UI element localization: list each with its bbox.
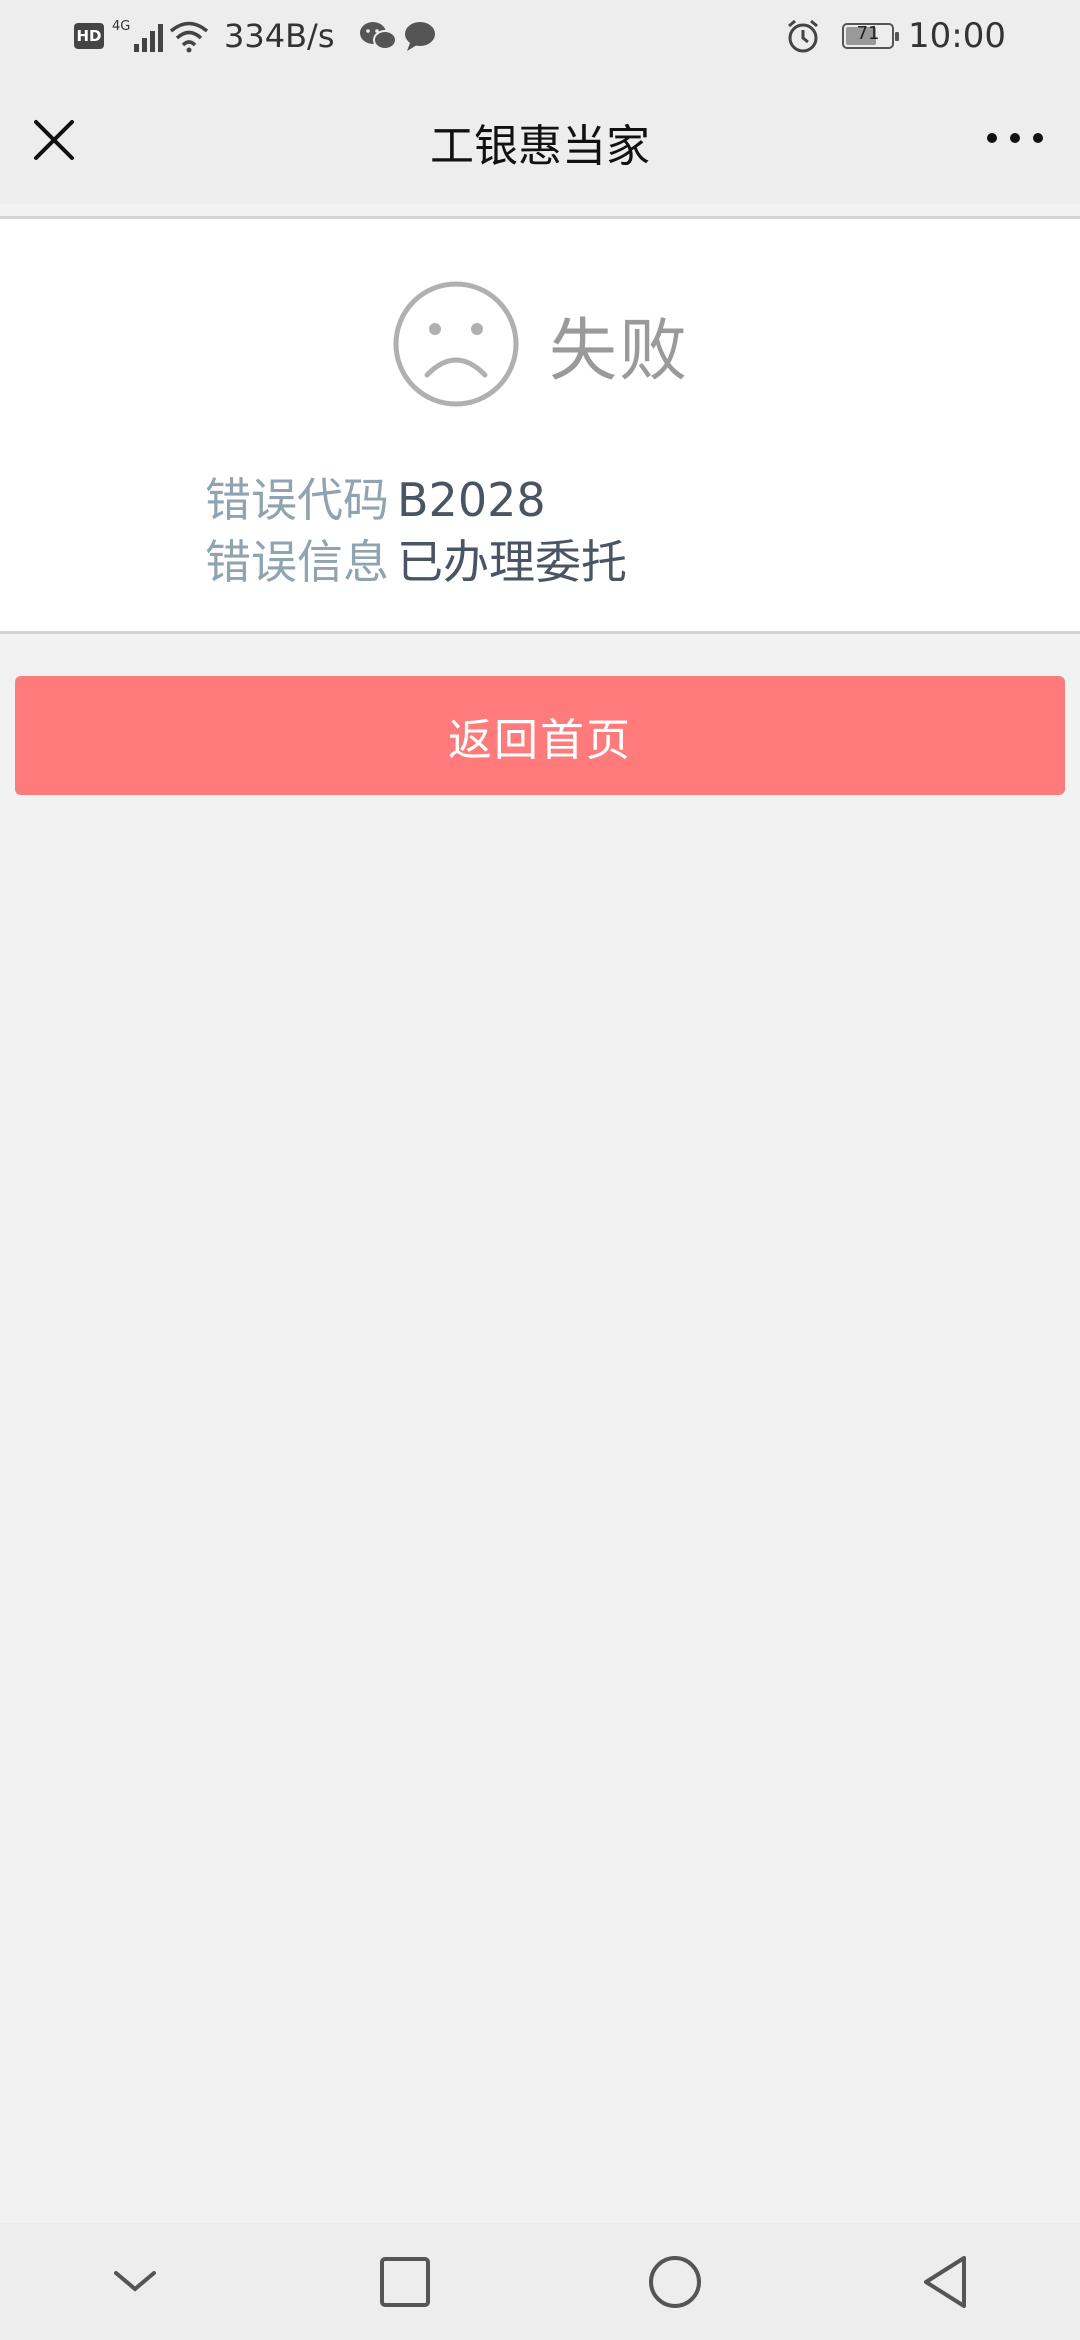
error-info: 错误代码 B2028 错误信息 已办理委托 xyxy=(205,469,627,593)
signal-icon: 4G xyxy=(112,19,163,52)
nav-bar: 工银惠当家 xyxy=(0,72,1080,204)
chevron-down-icon xyxy=(114,2270,156,2292)
sad-face-icon xyxy=(393,281,519,407)
circle-icon xyxy=(649,2255,701,2308)
wifi-icon xyxy=(169,21,209,53)
back-triangle-icon xyxy=(924,2255,966,2308)
error-message-label: 错误信息 xyxy=(205,535,389,589)
system-nav-bar xyxy=(0,2223,1080,2340)
clock: 10:00 xyxy=(908,16,1006,56)
more-icon xyxy=(987,133,1043,143)
square-icon xyxy=(380,2256,430,2307)
error-message-row: 错误信息 已办理委托 xyxy=(205,531,627,593)
battery-level: 71 xyxy=(856,23,880,44)
back-home-button[interactable]: 返回首页 xyxy=(15,676,1065,795)
status-bar: HD 4G 334B/s 71 10:00 xyxy=(0,0,1080,72)
recent-apps-button[interactable] xyxy=(360,2237,450,2327)
page-title: 工银惠当家 xyxy=(430,121,650,172)
message-icon xyxy=(405,22,436,51)
status-text: 失败 xyxy=(548,311,689,391)
battery-icon: 71 xyxy=(842,23,900,49)
error-message-value: 已办理委托 xyxy=(397,535,627,589)
error-code-label: 错误代码 xyxy=(205,473,389,527)
error-code-value: B2028 xyxy=(397,473,546,527)
error-code-row: 错误代码 B2028 xyxy=(205,469,627,531)
network-speed: 334B/s xyxy=(224,17,335,55)
status-bar-left: HD 4G 334B/s xyxy=(74,14,438,58)
hide-keyboard-button[interactable] xyxy=(90,2237,180,2327)
result-status: 失败 xyxy=(0,279,1080,409)
wechat-icon xyxy=(360,22,398,50)
hd-badge: HD xyxy=(74,23,104,49)
status-bar-right: 71 10:00 xyxy=(784,14,1006,58)
back-button[interactable] xyxy=(900,2237,990,2327)
more-button[interactable] xyxy=(970,102,1060,172)
result-card: 失败 错误代码 B2028 错误信息 已办理委托 xyxy=(0,216,1080,634)
network-type: 4G xyxy=(112,19,130,34)
home-button[interactable] xyxy=(630,2237,720,2327)
alarm-icon xyxy=(788,19,818,53)
